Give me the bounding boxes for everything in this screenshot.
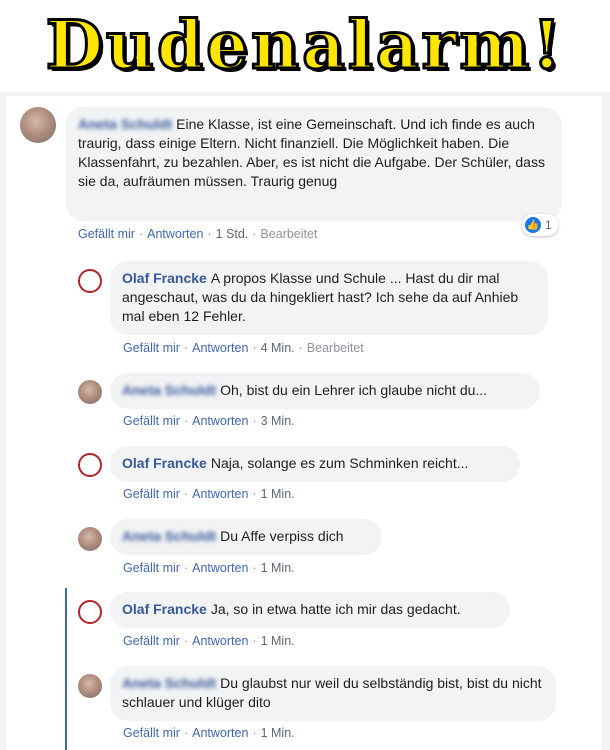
eagle-logo-icon[interactable] — [78, 453, 102, 477]
eagle-logo-icon[interactable] — [78, 269, 102, 293]
comment-actions: Gefällt mir · Antworten · 1 Min. — [123, 561, 295, 575]
timestamp[interactable]: 1 Std. — [216, 227, 249, 241]
edited-label: Bearbeitet — [306, 341, 364, 355]
reply-link[interactable]: Antworten — [192, 341, 248, 355]
comment-bubble: Aneta Schuldt Du Affe verpiss dich — [110, 519, 382, 555]
timestamp[interactable]: 1 Min. — [261, 634, 295, 648]
comment-actions: Gefällt mir · Antworten · 3 Min. — [123, 414, 295, 428]
like-link[interactable]: Gefällt mir — [123, 487, 180, 501]
reply-link[interactable]: Antworten — [192, 561, 248, 575]
comment-bubble: Olaf Francke Naja, solange es zum Schmink… — [110, 446, 520, 482]
comment-bubble: Olaf Francke A propos Klasse und Schule .… — [110, 261, 548, 335]
banner: Dudenalarm! — [0, 0, 610, 92]
eagle-logo-icon[interactable] — [78, 600, 102, 624]
edited-label: Bearbeitet — [260, 227, 318, 241]
timestamp[interactable]: 1 Min. — [261, 561, 295, 575]
comment-author[interactable]: Olaf Francke — [122, 601, 207, 617]
like-link[interactable]: Gefällt mir — [123, 634, 180, 648]
comment-bubble: Aneta Schuldt Oh, bist du ein Lehrer ich … — [110, 373, 540, 409]
avatar[interactable] — [20, 107, 56, 143]
reply-link[interactable]: Antworten — [192, 414, 248, 428]
comment-text: Du Affe verpiss dich — [220, 528, 344, 544]
like-link[interactable]: Gefällt mir — [123, 341, 180, 355]
reaction-count[interactable]: 👍 1 — [522, 214, 558, 236]
thread-indicator-line — [65, 588, 67, 750]
reaction-number: 1 — [545, 218, 552, 232]
comment-actions: Gefällt mir · Antworten · 1 Min. — [123, 487, 295, 501]
comment-author[interactable]: Aneta Schuldt — [122, 675, 216, 691]
comment-bubble: Olaf Francke Ja, so in etwa hatte ich mir… — [110, 592, 510, 628]
like-link[interactable]: Gefällt mir — [78, 227, 135, 241]
thumbs-up-icon: 👍 — [525, 217, 541, 233]
comment-text: Oh, bist du ein Lehrer ich glaube nicht … — [220, 382, 488, 398]
timestamp[interactable]: 3 Min. — [261, 414, 295, 428]
comment-author[interactable]: Olaf Francke — [122, 455, 207, 471]
reply-link[interactable]: Antworten — [192, 634, 248, 648]
like-link[interactable]: Gefällt mir — [123, 414, 180, 428]
timestamp[interactable]: 4 Min. — [261, 341, 295, 355]
comment-actions: Gefällt mir · Antworten · 1 Min. — [123, 634, 295, 648]
timestamp[interactable]: 1 Min. — [261, 487, 295, 501]
comment-text: Naja, solange es zum Schminken reicht... — [210, 455, 469, 471]
comment-author[interactable]: Aneta Schuldt — [78, 116, 172, 132]
avatar[interactable] — [78, 380, 102, 404]
comment-text: Ja, so in etwa hatte ich mir das gedacht… — [210, 601, 461, 617]
like-link[interactable]: Gefällt mir — [123, 726, 180, 740]
avatar[interactable] — [78, 527, 102, 551]
comment-bubble: Aneta Schuldt Du glaubst nur weil du selb… — [110, 666, 556, 721]
reply-link[interactable]: Antworten — [147, 227, 203, 241]
comment-author[interactable]: Aneta Schuldt — [122, 528, 216, 544]
timestamp[interactable]: 1 Min. — [261, 726, 295, 740]
comment-author[interactable]: Olaf Francke — [122, 270, 207, 286]
comment-actions: Gefällt mir · Antworten · 4 Min. · Bearbeitet — [123, 341, 364, 355]
avatar[interactable] — [78, 674, 102, 698]
reply-link[interactable]: Antworten — [192, 726, 248, 740]
reply-link[interactable]: Antworten — [192, 487, 248, 501]
comment-actions: Gefällt mir · Antworten · 1 Min. — [123, 726, 295, 740]
like-link[interactable]: Gefällt mir — [123, 561, 180, 575]
comment-author[interactable]: Aneta Schuldt — [122, 382, 216, 398]
banner-title: Dudenalarm! — [44, 5, 565, 86]
comment-bubble: Aneta Schuldt Eine Klasse, ist eine Gemei… — [66, 107, 562, 221]
comment-actions: Gefällt mir · Antworten · 1 Std. · Bearbeitet — [78, 227, 318, 241]
